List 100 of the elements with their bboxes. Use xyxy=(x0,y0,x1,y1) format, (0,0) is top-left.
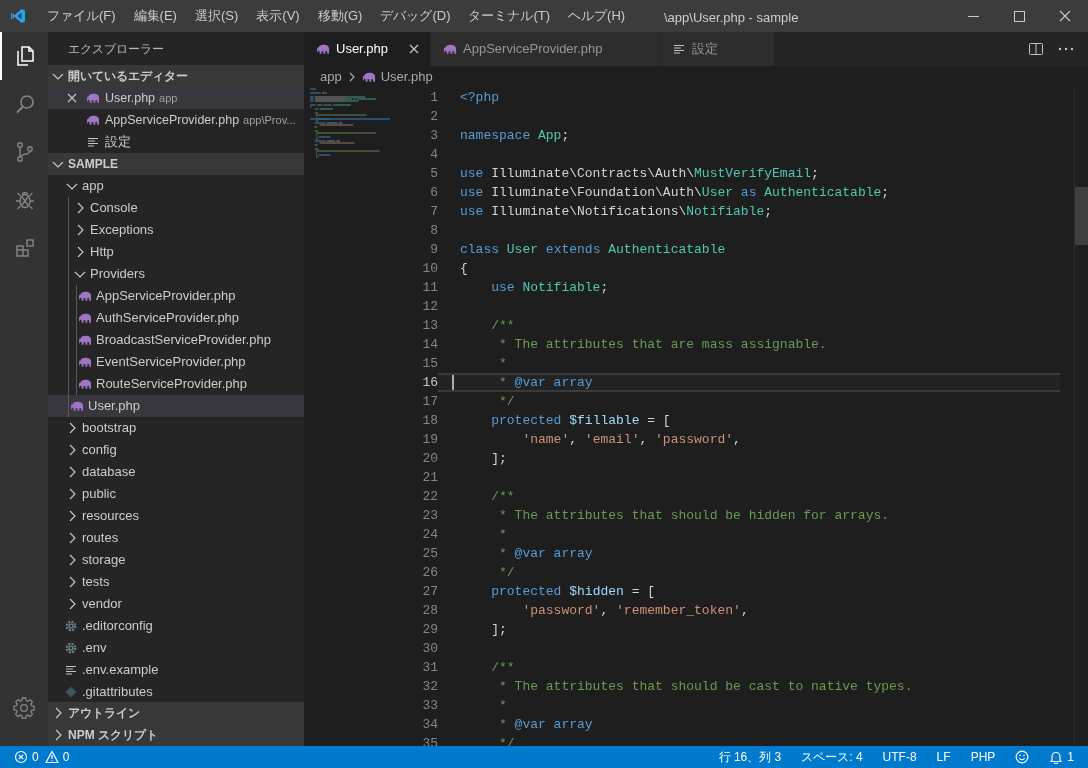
elephant-icon xyxy=(78,356,92,368)
folder-item[interactable]: public xyxy=(48,483,304,505)
file-item[interactable]: AuthServiceProvider.php xyxy=(48,307,304,329)
elephant-icon xyxy=(70,400,84,412)
warning-icon[interactable] xyxy=(44,750,59,764)
error-icon[interactable] xyxy=(14,750,28,764)
status-item[interactable]: スペース: 4 xyxy=(801,748,863,766)
menu-item[interactable]: 移動(G) xyxy=(308,6,372,26)
file-item[interactable]: User.php xyxy=(48,395,304,417)
status-item[interactable]: 行 16、列 3 xyxy=(718,748,782,766)
section-header[interactable]: 開いているエディター xyxy=(48,65,304,87)
folder-item[interactable]: storage xyxy=(48,549,304,571)
folder-item[interactable]: Http xyxy=(48,241,304,263)
text-cursor xyxy=(452,375,454,390)
line-number: 17 xyxy=(422,393,438,411)
code-line: ]; xyxy=(490,622,508,637)
line-number: 18 xyxy=(422,412,438,430)
code-line: <?php xyxy=(460,90,500,105)
line-number: 14 xyxy=(422,336,438,354)
scrollbar[interactable] xyxy=(1074,87,1088,746)
breadcrumb-item[interactable]: User.php xyxy=(361,66,433,87)
folder-item[interactable]: routes xyxy=(48,527,304,549)
menu-item[interactable]: 編集(E) xyxy=(124,6,186,26)
warning-count[interactable]: 0 xyxy=(62,748,70,766)
error-count[interactable]: 0 xyxy=(32,748,39,766)
open-editor-item[interactable]: AppServiceProvider.php app\Prov... xyxy=(48,109,304,131)
editor-tab[interactable]: 設定 xyxy=(659,32,775,66)
line-number: 32 xyxy=(422,678,438,696)
line-number: 24 xyxy=(422,526,438,544)
file-item[interactable]: BroadcastServiceProvider.php xyxy=(48,329,304,351)
open-editor-item[interactable]: User.php app xyxy=(48,87,304,109)
breadcrumb-item[interactable]: app xyxy=(320,66,342,87)
close-icon[interactable] xyxy=(66,92,78,104)
line-number: 23 xyxy=(422,507,438,525)
folder-item[interactable]: app xyxy=(48,175,304,197)
gear-icon xyxy=(64,619,78,633)
folder-item[interactable]: database xyxy=(48,461,304,483)
smiley-icon[interactable] xyxy=(1015,750,1030,764)
sidebar-title: エクスプローラー xyxy=(68,40,164,58)
line-number: 5 xyxy=(430,165,438,183)
code-line: /** xyxy=(490,318,516,333)
lines-icon xyxy=(86,135,100,149)
file-item[interactable]: RouteServiceProvider.php xyxy=(48,373,304,395)
file-item[interactable]: .gitattributes xyxy=(48,681,304,702)
status-item[interactable]: LF xyxy=(936,748,951,766)
editor-tab[interactable]: User.php xyxy=(304,32,432,66)
code-line: */ xyxy=(498,565,516,580)
line-number: 34 xyxy=(422,716,438,734)
file-item[interactable]: AppServiceProvider.php xyxy=(48,285,304,307)
code-line: * xyxy=(498,698,508,713)
menu-item[interactable]: ヘルプ(H) xyxy=(559,6,635,26)
close-icon[interactable] xyxy=(408,43,421,55)
elephant-icon xyxy=(86,114,100,126)
line-number: 12 xyxy=(422,298,438,316)
notifications-button[interactable]: 1 xyxy=(1049,748,1074,766)
file-path: app xyxy=(159,90,178,106)
section-header[interactable]: SAMPLE xyxy=(48,153,304,175)
file-item[interactable]: .env.example xyxy=(48,659,304,681)
menu-item[interactable]: ターミナル(T) xyxy=(459,6,560,26)
code-line: class User extends Authenticatable xyxy=(460,242,727,257)
file-item[interactable]: .editorconfig xyxy=(48,615,304,637)
folder-item[interactable]: bootstrap xyxy=(48,417,304,439)
section-header[interactable]: NPM スクリプト xyxy=(48,724,304,746)
file-path: app\Prov... xyxy=(243,112,296,128)
status-item[interactable]: PHP xyxy=(970,748,996,766)
folder-item[interactable]: Exceptions xyxy=(48,219,304,241)
extensions-icon[interactable] xyxy=(13,236,37,260)
folder-item[interactable]: Providers xyxy=(48,263,304,285)
line-number: 13 xyxy=(422,317,438,335)
folder-item[interactable]: Console xyxy=(48,197,304,219)
line-number: 21 xyxy=(422,469,438,487)
menu-item[interactable]: 選択(S) xyxy=(185,6,248,26)
file-item[interactable]: EventServiceProvider.php xyxy=(48,351,304,373)
file-name: AppServiceProvider.php xyxy=(105,111,240,129)
menu-item[interactable]: ファイル(F) xyxy=(38,6,125,26)
code-line: * The attributes that should be cast to native types. xyxy=(498,679,914,694)
folder-item[interactable]: vendor xyxy=(48,593,304,615)
folder-item[interactable]: config xyxy=(48,439,304,461)
code-line: */ xyxy=(498,394,516,409)
more-icon[interactable] xyxy=(1058,47,1074,51)
split-editor-icon[interactable] xyxy=(1028,41,1044,57)
gear-icon xyxy=(64,641,78,655)
scrollbar-thumb[interactable] xyxy=(1075,187,1088,245)
menu-item[interactable]: デバッグ(D) xyxy=(371,6,460,26)
file-name: User.php xyxy=(105,89,156,107)
line-number: 4 xyxy=(430,146,438,164)
code-line: /** xyxy=(490,660,516,675)
section-header[interactable]: アウトライン xyxy=(48,702,304,724)
status-item[interactable]: UTF-8 xyxy=(882,748,917,766)
code-line: protected $hidden = [ xyxy=(490,584,657,599)
close-icon xyxy=(1059,10,1071,22)
elephant-icon xyxy=(78,334,92,346)
code-line: * @var array xyxy=(498,546,594,561)
file-item[interactable]: .env xyxy=(48,637,304,659)
folder-item[interactable]: tests xyxy=(48,571,304,593)
editor-tab[interactable]: AppServiceProvider.php xyxy=(431,32,660,66)
line-number: 16 xyxy=(422,374,438,392)
menu-item[interactable]: 表示(V) xyxy=(247,6,309,26)
folder-item[interactable]: resources xyxy=(48,505,304,527)
open-editor-item[interactable]: 設定 xyxy=(48,131,304,153)
